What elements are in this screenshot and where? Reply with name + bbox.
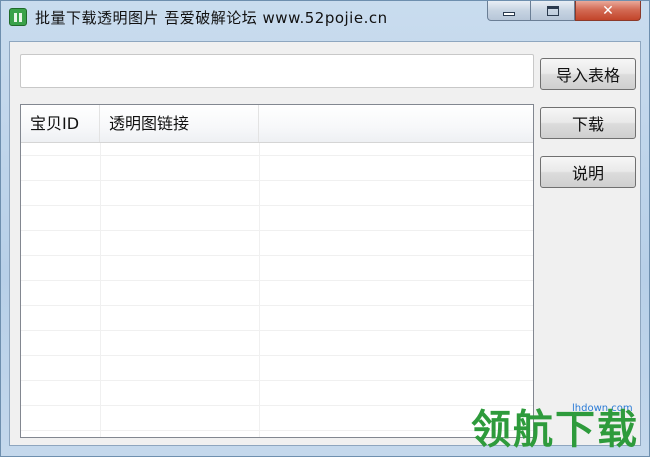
close-icon: ✕ bbox=[602, 2, 614, 19]
grid-line-horizontal bbox=[21, 405, 533, 406]
file-path-input[interactable] bbox=[20, 54, 534, 88]
grid-line-horizontal bbox=[21, 180, 533, 181]
grid-line-horizontal bbox=[21, 280, 533, 281]
grid-line-vertical bbox=[100, 143, 101, 437]
import-table-button[interactable]: 导入表格 bbox=[540, 58, 636, 90]
download-button[interactable]: 下载 bbox=[540, 107, 636, 139]
help-button[interactable]: 说明 bbox=[540, 156, 636, 188]
grid-line-horizontal bbox=[21, 355, 533, 356]
grid-line-horizontal bbox=[21, 430, 533, 431]
grid-line-vertical bbox=[259, 143, 260, 437]
grid-line-horizontal bbox=[21, 230, 533, 231]
column-header-empty[interactable] bbox=[259, 105, 533, 142]
grid-line-horizontal bbox=[21, 380, 533, 381]
minimize-icon bbox=[503, 11, 515, 16]
grid-line-horizontal bbox=[21, 205, 533, 206]
grid-line-horizontal bbox=[21, 155, 533, 156]
column-header-image-link[interactable]: 透明图链接 bbox=[100, 105, 259, 142]
item-list-view[interactable]: 宝贝ID 透明图链接 bbox=[20, 104, 534, 438]
maximize-button[interactable] bbox=[531, 1, 575, 21]
window-title: 批量下载透明图片 吾爱破解论坛 www.52pojie.cn bbox=[35, 9, 388, 27]
grid-line-horizontal bbox=[21, 330, 533, 331]
app-window: 批量下载透明图片 吾爱破解论坛 www.52pojie.cn ✕ 导入表格 下载… bbox=[0, 0, 650, 457]
grid-line-horizontal bbox=[21, 255, 533, 256]
grid-line-horizontal bbox=[21, 305, 533, 306]
watermark-text: 领航下载 bbox=[471, 407, 639, 453]
app-icon bbox=[9, 8, 27, 26]
maximize-icon bbox=[546, 5, 559, 16]
list-body[interactable] bbox=[21, 143, 533, 437]
watermark-logo: lhdown.com 领航下载 bbox=[471, 397, 647, 455]
column-header-item-id[interactable]: 宝贝ID bbox=[21, 105, 100, 142]
minimize-button[interactable] bbox=[487, 1, 531, 21]
close-button[interactable]: ✕ bbox=[575, 1, 641, 21]
title-bar[interactable]: 批量下载透明图片 吾爱破解论坛 www.52pojie.cn ✕ bbox=[1, 1, 649, 35]
list-header: 宝贝ID 透明图链接 bbox=[21, 105, 533, 143]
client-area: 导入表格 下载 说明 宝贝ID 透明图链接 bbox=[9, 41, 641, 446]
